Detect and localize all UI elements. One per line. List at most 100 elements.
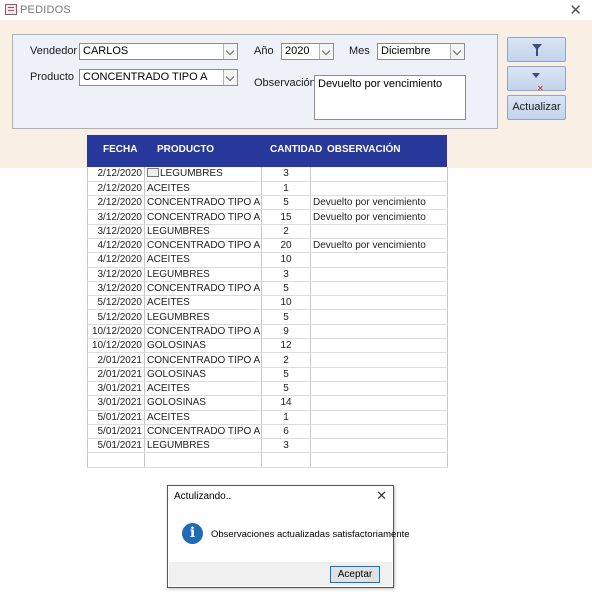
cell-fecha[interactable]: 4/12/2020 <box>87 238 145 254</box>
table-row[interactable]: 3/01/2021 ACEITES 5 <box>87 381 448 397</box>
cell-cantidad[interactable]: 3 <box>261 167 311 182</box>
cell-producto[interactable]: GOLOSINAS <box>144 367 262 382</box>
cell-fecha[interactable]: 3/01/2021 <box>87 395 145 411</box>
cell-cantidad[interactable]: 5 <box>261 309 311 325</box>
cell-observacion[interactable] <box>310 424 448 440</box>
cell-observacion[interactable] <box>310 338 448 354</box>
cell-fecha[interactable]: 2/12/2020 <box>87 181 145 197</box>
cell-observacion[interactable] <box>310 410 448 425</box>
cell-fecha[interactable]: 4/12/2020 <box>87 252 145 268</box>
clear-filter-button[interactable] <box>507 66 566 100</box>
cell-fecha[interactable]: 2/12/2020 <box>87 195 145 211</box>
cell-observacion[interactable] <box>310 395 448 411</box>
cell-fecha[interactable]: 3/01/2021 <box>87 381 145 397</box>
cell-observacion[interactable] <box>310 224 448 239</box>
table-row[interactable]: 5/12/2020 LEGUMBRES 5 <box>87 309 448 325</box>
window-close-icon[interactable]: ✕ <box>569 1 582 19</box>
chevron-down-icon[interactable] <box>223 44 237 59</box>
cell-observacion[interactable] <box>310 381 448 397</box>
cell-observacion[interactable] <box>310 367 448 382</box>
table-row[interactable]: 2/01/2021 GOLOSINAS 5 <box>87 367 448 382</box>
table-row[interactable]: 5/12/2020 ACEITES 10 <box>87 295 448 311</box>
cell-producto[interactable]: LEGUMBRES <box>144 224 262 239</box>
aceptar-button[interactable]: Aceptar <box>330 566 380 583</box>
cell-producto[interactable]: CONCENTRADO TIPO A <box>144 324 262 340</box>
cell-observacion[interactable] <box>310 324 448 340</box>
cell-producto[interactable]: CONCENTRADO TIPO A <box>144 209 262 225</box>
cell-producto[interactable]: CONCENTRADO TIPO A <box>144 281 262 297</box>
chevron-down-icon[interactable] <box>319 44 333 59</box>
cell-producto[interactable]: CONCENTRADO TIPO A <box>144 352 262 368</box>
cell-fecha[interactable]: 2/12/2020 <box>87 167 145 182</box>
cell-fecha[interactable]: 5/12/2020 <box>87 309 145 325</box>
cell-cantidad[interactable] <box>261 452 311 468</box>
table-row[interactable]: 10/12/2020 CONCENTRADO TIPO A9 <box>87 324 448 340</box>
cell-cantidad[interactable]: 12 <box>261 338 311 354</box>
cell-cantidad[interactable]: 14 <box>261 395 311 411</box>
cell-cantidad[interactable]: 5 <box>261 195 311 211</box>
table-row[interactable]: 4/12/2020 CONCENTRADO TIPO A 20 Devuelto po… <box>87 238 448 254</box>
cell-cantidad[interactable]: 5 <box>261 381 311 397</box>
cell-cantidad[interactable]: 5 <box>261 367 311 382</box>
producto-combo[interactable]: CONCENTRADO TIPO A <box>79 69 238 86</box>
cell-producto[interactable]: ACEITES <box>144 295 262 311</box>
table-row[interactable]: 3/12/2020 LEGUMBRES 3 <box>87 267 448 282</box>
table-row[interactable]: 2/01/2021 CONCENTRADO TIPO A2 <box>87 352 448 368</box>
table-row[interactable]: 4/12/2020 ACEITES 10 <box>87 252 448 268</box>
cell-observacion[interactable] <box>310 309 448 325</box>
table-row[interactable]: 10/12/2020 GOLOSINAS 12 <box>87 338 448 354</box>
table-row[interactable]: 5/01/2021 ACEITES 1 <box>87 410 448 425</box>
table-row[interactable]: 2/12/2020 LEGUMBRES 3 <box>87 167 448 182</box>
cell-observacion[interactable]: Devuelto por vencimiento <box>310 209 448 225</box>
anio-combo[interactable]: 2020 <box>281 43 334 60</box>
cell-fecha[interactable]: 3/12/2020 <box>87 281 145 297</box>
cell-fecha[interactable]: 10/12/2020 <box>87 324 145 340</box>
vendedor-combo[interactable]: CARLOS <box>79 43 238 60</box>
table-row[interactable]: 2/12/2020 ACEITES 1 <box>87 181 448 197</box>
cell-fecha[interactable]: 2/01/2021 <box>87 352 145 368</box>
cell-observacion[interactable] <box>310 295 448 311</box>
cell-cantidad[interactable]: 5 <box>261 281 311 297</box>
cell-producto[interactable]: LEGUMBRES <box>144 167 262 182</box>
cell-producto[interactable]: CONCENTRADO TIPO A <box>144 195 262 211</box>
cell-cantidad[interactable]: 2 <box>261 224 311 239</box>
chevron-down-icon[interactable] <box>450 44 464 59</box>
table-row[interactable]: 5/01/2021 CONCENTRADO TIPO A6 <box>87 424 448 440</box>
cell-cantidad[interactable]: 3 <box>261 267 311 282</box>
cell-observacion[interactable] <box>310 167 448 182</box>
cell-producto[interactable]: CONCENTRADO TIPO A <box>144 424 262 440</box>
cell-producto[interactable]: ACEITES <box>144 181 262 197</box>
cell-observacion[interactable] <box>310 267 448 282</box>
cell-fecha[interactable]: 5/12/2020 <box>87 295 145 311</box>
cell-fecha[interactable] <box>87 452 145 468</box>
table-row[interactable]: 2/12/2020 CONCENTRADO TIPO A 5 Devuelto por… <box>87 195 448 211</box>
cell-fecha[interactable]: 10/12/2020 <box>87 338 145 354</box>
cell-cantidad[interactable]: 1 <box>261 181 311 197</box>
cell-observacion[interactable] <box>310 352 448 368</box>
cell-cantidad[interactable]: 10 <box>261 252 311 268</box>
cell-cantidad[interactable]: 6 <box>261 424 311 440</box>
cell-fecha[interactable]: 3/12/2020 <box>87 209 145 225</box>
cell-cantidad[interactable]: 2 <box>261 352 311 368</box>
filter-button[interactable] <box>507 37 566 62</box>
cell-producto[interactable]: LEGUMBRES <box>144 267 262 282</box>
table-row[interactable]: 3/01/2021 GOLOSINAS 14 <box>87 395 448 411</box>
cell-cantidad[interactable]: 1 <box>261 410 311 425</box>
chevron-down-icon[interactable] <box>223 70 237 85</box>
cell-producto[interactable]: ACEITES <box>144 252 262 268</box>
cell-fecha[interactable]: 5/01/2021 <box>87 410 145 425</box>
cell-producto[interactable]: CONCENTRADO TIPO A <box>144 238 262 254</box>
actualizar-button[interactable]: Actualizar <box>507 95 566 120</box>
cell-producto[interactable]: GOLOSINAS <box>144 338 262 354</box>
dialog-close-icon[interactable]: ✕ <box>376 488 387 504</box>
table-row[interactable] <box>87 452 448 468</box>
cell-observacion[interactable] <box>310 252 448 268</box>
cell-observacion[interactable]: Devuelto por vencimiento <box>310 238 448 254</box>
table-row[interactable]: 3/12/2020 CONCENTRADO TIPO A5 <box>87 281 448 297</box>
table-row[interactable]: 3/12/2020 CONCENTRADO TIPO A 15 Devuelto po… <box>87 209 448 225</box>
cell-observacion[interactable] <box>310 281 448 297</box>
cell-producto[interactable]: LEGUMBRES <box>144 309 262 325</box>
cell-cantidad[interactable]: 20 <box>261 238 311 254</box>
cell-fecha[interactable]: 3/12/2020 <box>87 267 145 282</box>
cell-producto[interactable] <box>144 452 262 468</box>
